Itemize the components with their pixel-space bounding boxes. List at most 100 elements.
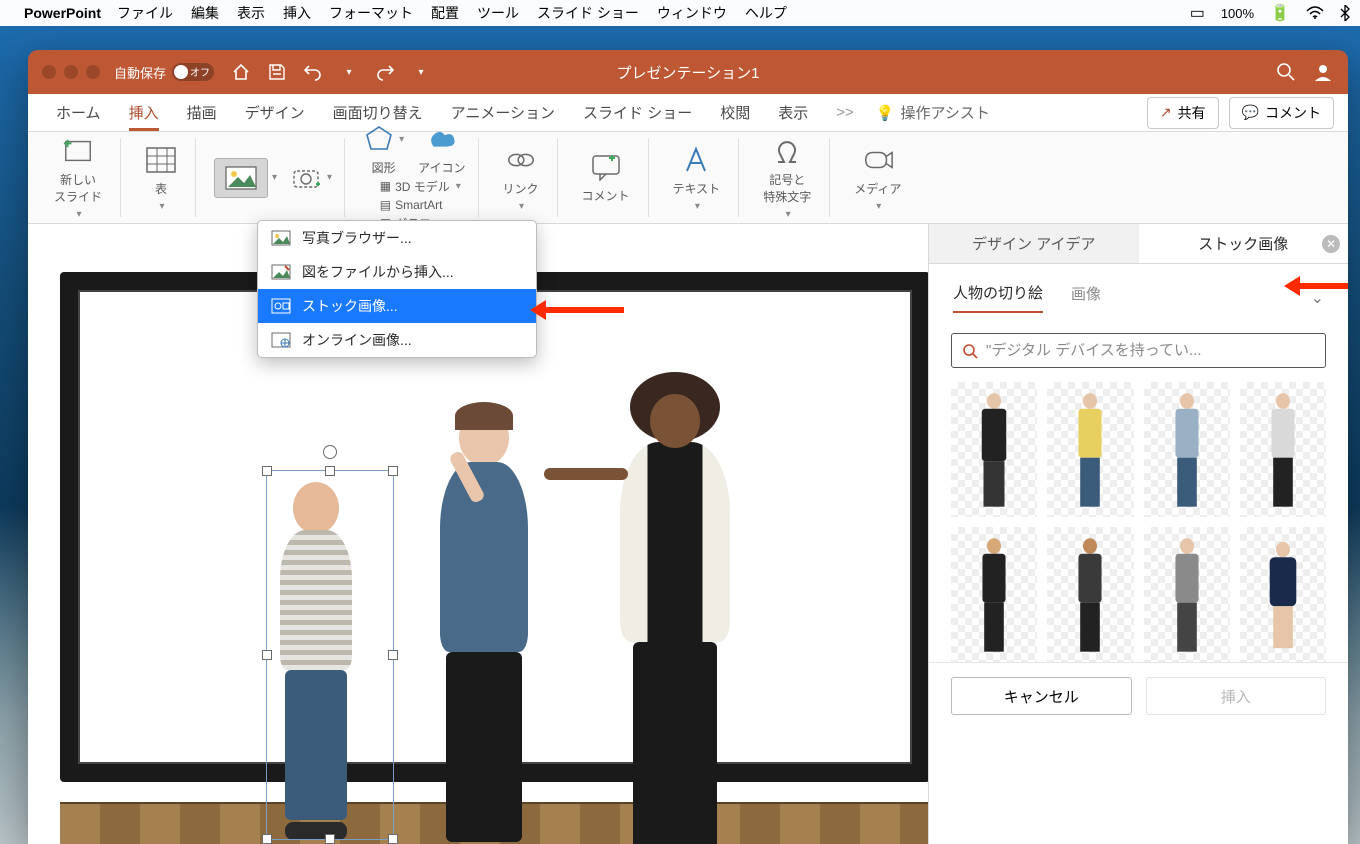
symbols-button[interactable]: 記号と 特殊文字▾: [757, 131, 817, 224]
comment-label: コメント: [1265, 103, 1321, 123]
menu-tools[interactable]: ツール: [477, 3, 519, 23]
document-title: プレゼンテーション1: [616, 62, 759, 83]
person-woman-thinking[interactable]: [440, 402, 528, 844]
resize-handle[interactable]: [388, 650, 398, 660]
person-woman-pointing[interactable]: [620, 372, 730, 844]
search-icon: [962, 343, 978, 359]
stock-subtab-image[interactable]: 画像: [1071, 283, 1101, 312]
insert-picture-button[interactable]: [214, 158, 268, 198]
menu-help[interactable]: ヘルプ: [745, 3, 787, 23]
resize-handle[interactable]: [388, 466, 398, 476]
menu-arrange[interactable]: 配置: [431, 3, 459, 23]
menu-window[interactable]: ウィンドウ: [657, 3, 727, 23]
link-label: リンク: [503, 180, 539, 197]
icons-button[interactable]: アイコン: [418, 124, 465, 176]
text-button[interactable]: テキスト▾: [667, 140, 727, 216]
stock-thumb[interactable]: [1240, 527, 1326, 662]
screenshot-button[interactable]: ▾: [291, 162, 332, 194]
resize-handle[interactable]: [262, 650, 272, 660]
menu-file[interactable]: ファイル: [117, 3, 173, 23]
account-icon[interactable]: [1312, 61, 1334, 83]
icons-label: アイコン: [418, 159, 465, 176]
menu-edit[interactable]: 編集: [191, 3, 219, 23]
smartart-button[interactable]: ▤SmartArt: [380, 198, 461, 212]
insert-button[interactable]: 挿入: [1146, 677, 1327, 715]
3dmodel-button[interactable]: ▦3D モデル▾: [380, 178, 461, 195]
menu-view[interactable]: 表示: [237, 3, 265, 23]
resize-handle[interactable]: [325, 466, 335, 476]
stock-thumb[interactable]: [951, 527, 1037, 662]
battery-text: 100%: [1221, 6, 1254, 21]
stock-search-input[interactable]: [986, 342, 1315, 359]
autosave-toggle[interactable]: 自動保存 オフ: [114, 63, 214, 82]
qat-customize-icon[interactable]: ▾: [410, 61, 432, 83]
menu-stock-images[interactable]: ストック画像...: [258, 289, 536, 323]
stock-subtab-cutout[interactable]: 人物の切り絵: [953, 282, 1043, 313]
stock-thumb[interactable]: [1047, 382, 1133, 517]
redo-icon[interactable]: [374, 61, 396, 83]
close-icon[interactable]: ✕: [1322, 235, 1340, 253]
stock-thumb[interactable]: [1047, 527, 1133, 662]
stock-thumb[interactable]: [1144, 382, 1230, 517]
tab-view[interactable]: 表示: [764, 94, 822, 131]
menu-format[interactable]: フォーマット: [329, 3, 413, 23]
picture-dropdown-menu: 写真ブラウザー... 図をファイルから挿入... ストック画像... オンライン…: [257, 220, 537, 358]
rotate-handle[interactable]: [323, 445, 337, 459]
tell-me[interactable]: 💡 操作アシスト: [876, 102, 990, 123]
new-slide-button[interactable]: 新しい スライド ▾: [48, 131, 108, 224]
menu-slideshow[interactable]: スライド ショー: [537, 3, 639, 23]
tabs-overflow[interactable]: >>: [822, 94, 868, 131]
media-button[interactable]: メディア▾: [848, 140, 907, 216]
display-icon[interactable]: ▭: [1190, 3, 1205, 23]
share-button[interactable]: ↗ 共有: [1147, 97, 1219, 129]
search-icon[interactable]: [1276, 62, 1296, 82]
stock-thumb[interactable]: [1144, 527, 1230, 662]
online-pictures-icon: [270, 331, 292, 349]
annotation-arrow: [530, 300, 624, 320]
selection-box[interactable]: [266, 470, 394, 840]
pane-tab-stock-images[interactable]: ストック画像 ✕: [1139, 224, 1349, 263]
menu-photo-browser[interactable]: 写真ブラウザー...: [258, 221, 536, 255]
picture-dropdown-caret[interactable]: ▾: [272, 172, 277, 183]
side-panel: デザイン アイデア ストック画像 ✕ 人物の切り絵 画像 ⌄: [928, 224, 1348, 844]
menu-picture-from-file[interactable]: 図をファイルから挿入...: [258, 255, 536, 289]
resize-handle[interactable]: [262, 466, 272, 476]
icons-icon: [426, 124, 458, 156]
tab-draw[interactable]: 描画: [173, 94, 231, 131]
stock-thumb[interactable]: [1240, 382, 1326, 517]
tab-design[interactable]: デザイン: [231, 94, 319, 131]
bluetooth-icon[interactable]: [1340, 5, 1350, 21]
resize-handle[interactable]: [388, 834, 398, 844]
app-name[interactable]: PowerPoint: [24, 5, 101, 21]
media-label: メディア: [854, 180, 901, 197]
undo-icon[interactable]: [302, 61, 324, 83]
stock-thumb[interactable]: [951, 382, 1037, 517]
save-icon[interactable]: [266, 61, 288, 83]
ribbon: 新しい スライド ▾ 表 ▾ ▾ ▾: [28, 132, 1348, 224]
link-button[interactable]: リンク▾: [497, 140, 545, 216]
tab-home[interactable]: ホーム: [42, 94, 115, 131]
home-icon[interactable]: [230, 61, 252, 83]
tab-review[interactable]: 校閲: [706, 94, 764, 131]
resize-handle[interactable]: [262, 834, 272, 844]
autosave-switch[interactable]: オフ: [172, 63, 214, 81]
autosave-label: 自動保存: [114, 63, 166, 82]
tab-insert[interactable]: 挿入: [115, 94, 173, 131]
table-button[interactable]: 表 ▾: [139, 140, 183, 216]
symbols-label: 記号と 特殊文字: [763, 171, 811, 205]
media-icon: [862, 144, 894, 176]
menu-online-pictures[interactable]: オンライン画像...: [258, 323, 536, 357]
cancel-button[interactable]: キャンセル: [951, 677, 1132, 715]
traffic-lights[interactable]: [42, 65, 100, 79]
wifi-icon[interactable]: [1306, 6, 1324, 20]
comment-bubble-icon: [590, 151, 622, 183]
stock-search[interactable]: [951, 333, 1326, 368]
pane-tab-design-ideas[interactable]: デザイン アイデア: [929, 224, 1139, 263]
comment-button[interactable]: 💬 コメント: [1229, 97, 1334, 129]
resize-handle[interactable]: [325, 834, 335, 844]
ribbon-comment-button[interactable]: コメント: [576, 147, 636, 208]
menu-insert[interactable]: 挿入: [283, 3, 311, 23]
shapes-button[interactable]: ▾ 図形: [363, 124, 404, 176]
undo-dropdown-icon[interactable]: ▾: [338, 61, 360, 83]
tab-slideshow[interactable]: スライド ショー: [569, 94, 706, 131]
